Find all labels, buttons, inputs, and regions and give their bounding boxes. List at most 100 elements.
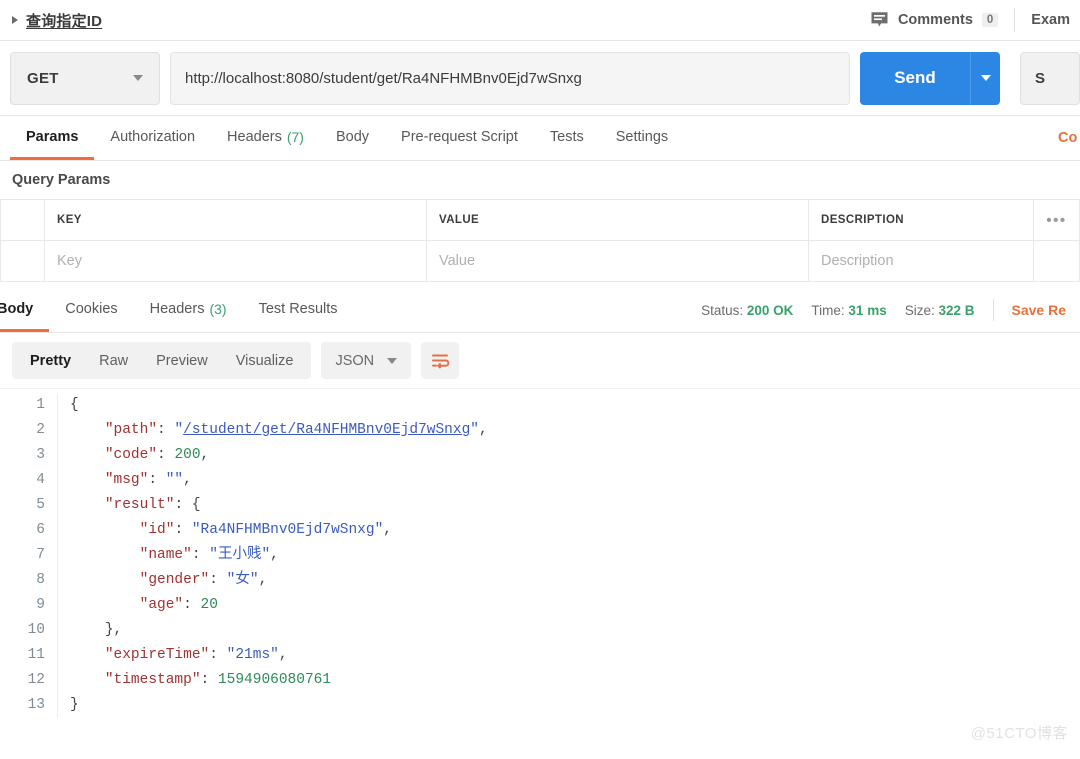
request-name-group: 查询指定ID	[12, 10, 102, 31]
code-token: ,	[383, 522, 392, 538]
param-description-input[interactable]: Description	[809, 241, 1034, 282]
cookies-link[interactable]: Co	[1058, 116, 1080, 160]
code-token	[70, 547, 140, 563]
code-line: "expireTime": "21ms",	[70, 643, 1080, 668]
code-token[interactable]: /student/get/Ra4NFHMBnv0Ejd7wSnxg	[183, 422, 470, 438]
url-input[interactable]: http://localhost:8080/student/get/Ra4NFH…	[170, 52, 850, 105]
tab-pre-request-script[interactable]: Pre-request Script	[385, 116, 534, 160]
column-header-key: KEY	[45, 200, 427, 241]
tab-tests[interactable]: Tests	[534, 116, 600, 160]
viewer-mode-preview[interactable]: Preview	[142, 342, 222, 379]
line-number: 11	[0, 643, 45, 668]
code-token	[70, 622, 105, 638]
word-wrap-button[interactable]	[421, 342, 459, 379]
param-key-input[interactable]: Key	[45, 241, 427, 282]
save-request-button[interactable]: S	[1020, 52, 1080, 105]
line-number: 9	[0, 593, 45, 618]
tab-label: Cookies	[65, 301, 117, 317]
code-token: "王小贱"	[209, 547, 270, 563]
row-options-cell	[1034, 241, 1080, 282]
code-token: ,	[270, 547, 279, 563]
examples-button[interactable]: Exam	[1015, 12, 1070, 28]
code-token: "女"	[227, 572, 259, 588]
line-number: 3	[0, 443, 45, 468]
watermark: @51CTO博客	[971, 722, 1068, 743]
code-line: "result": {	[70, 493, 1080, 518]
param-value-input[interactable]: Value	[427, 241, 809, 282]
send-button[interactable]: Send	[860, 52, 970, 105]
tab-label: Headers	[150, 301, 205, 317]
code-line: "age": 20	[70, 593, 1080, 618]
line-number: 4	[0, 468, 45, 493]
line-number: 7	[0, 543, 45, 568]
tab-label: Pre-request Script	[401, 129, 518, 145]
code-line: "msg": "",	[70, 468, 1080, 493]
comments-button[interactable]: Comments 0	[870, 11, 1014, 29]
tab-count: (3)	[209, 301, 226, 317]
code-token	[70, 522, 140, 538]
code-token	[70, 572, 140, 588]
url-bar: GET http://localhost:8080/student/get/Ra…	[0, 41, 1080, 116]
response-body-code[interactable]: { "path": "/student/get/Ra4NFHMBnv0Ejd7w…	[58, 393, 1080, 718]
save-response-link[interactable]: Save Re	[1012, 302, 1066, 318]
tab-label: Body	[0, 301, 33, 317]
code-token: ""	[166, 472, 183, 488]
code-token: ,	[279, 647, 288, 663]
tab-label: Body	[336, 129, 369, 145]
select-all-cell	[1, 200, 45, 241]
code-token	[70, 672, 105, 688]
viewer-mode-group: Pretty Raw Preview Visualize	[12, 342, 311, 379]
code-line: "path": "/student/get/Ra4NFHMBnv0Ejd7wSn…	[70, 418, 1080, 443]
comment-icon	[870, 11, 889, 29]
line-number: 13	[0, 693, 45, 718]
viewer-mode-visualize[interactable]: Visualize	[222, 342, 308, 379]
chevron-down-icon	[981, 75, 991, 81]
response-format-select[interactable]: JSON	[321, 342, 411, 379]
code-token: "name"	[140, 547, 192, 563]
code-line: "timestamp": 1594906080761	[70, 668, 1080, 693]
tab-settings[interactable]: Settings	[600, 116, 684, 160]
tab-count: (7)	[287, 129, 304, 145]
viewer-mode-raw[interactable]: Raw	[85, 342, 142, 379]
send-button-group: Send	[860, 52, 1000, 105]
tab-body[interactable]: Body	[320, 116, 385, 160]
code-token: }	[70, 697, 79, 713]
code-token: "timestamp"	[105, 672, 201, 688]
size-badge: Size: 322 B	[905, 303, 975, 318]
tab-authorization[interactable]: Authorization	[94, 116, 211, 160]
tab-headers[interactable]: Headers (7)	[211, 116, 320, 160]
tab-params[interactable]: Params	[10, 116, 94, 160]
code-token: :	[209, 647, 226, 663]
code-token: 200	[174, 447, 200, 463]
word-wrap-icon	[430, 352, 450, 370]
code-token: :	[174, 497, 191, 513]
code-token: },	[105, 622, 122, 638]
table-header-row: KEY VALUE DESCRIPTION •••	[1, 200, 1080, 241]
query-params-title: Query Params	[0, 161, 1080, 199]
code-token: {	[70, 397, 79, 413]
size-label: Size:	[905, 303, 935, 318]
send-options-button[interactable]	[970, 52, 1000, 105]
line-number: 12	[0, 668, 45, 693]
code-token: "gender"	[140, 572, 210, 588]
response-tab-cookies[interactable]: Cookies	[49, 288, 133, 332]
response-tab-headers[interactable]: Headers (3)	[134, 288, 243, 332]
table-options-cell: •••	[1034, 200, 1080, 241]
line-number: 10	[0, 618, 45, 643]
line-number: 8	[0, 568, 45, 593]
code-token: "code"	[105, 447, 157, 463]
response-tab-body[interactable]: Body	[0, 288, 49, 332]
triangle-right-icon[interactable]	[12, 16, 18, 24]
viewer-mode-pretty[interactable]: Pretty	[16, 342, 85, 379]
ellipsis-icon[interactable]: •••	[1046, 212, 1066, 229]
http-method-select[interactable]: GET	[10, 52, 160, 105]
response-tab-test-results[interactable]: Test Results	[243, 288, 354, 332]
code-token: ,	[479, 422, 488, 438]
code-token: :	[157, 447, 174, 463]
response-viewer-toolbar: Pretty Raw Preview Visualize JSON	[0, 333, 1080, 388]
code-token: "	[470, 422, 479, 438]
row-checkbox-cell[interactable]	[1, 241, 45, 282]
code-token: "result"	[105, 497, 175, 513]
response-body-viewer[interactable]: 12345678910111213 { "path": "/student/ge…	[0, 388, 1080, 718]
line-number: 1	[0, 393, 45, 418]
